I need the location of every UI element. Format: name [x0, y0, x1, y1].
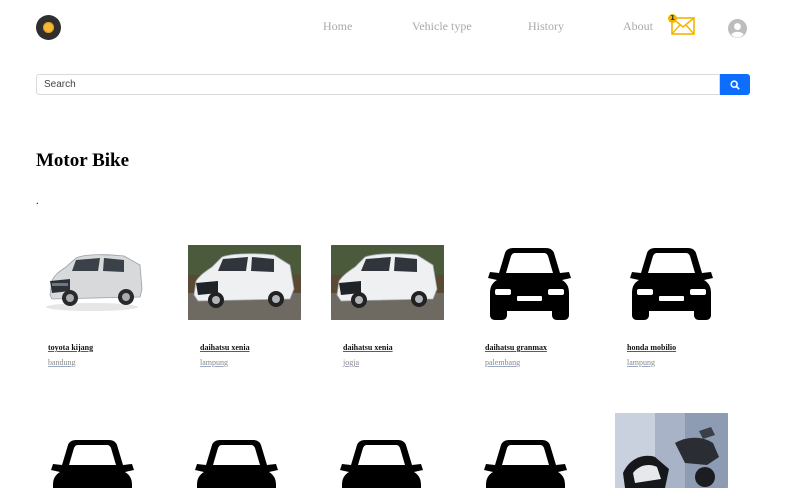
car-silhouette-icon [325, 413, 438, 488]
nav-link-history[interactable]: History [528, 19, 564, 34]
car-photo-white-mpv [331, 245, 444, 320]
card-name[interactable]: honda mobilio [627, 343, 676, 352]
card-city[interactable]: palembang [485, 358, 520, 367]
nav-link-home[interactable]: Home [323, 19, 352, 34]
motorbike-photo [615, 413, 728, 488]
vehicle-card[interactable] [325, 413, 438, 488]
car-silhouette-icon [469, 413, 582, 488]
card-name[interactable]: toyota kijang [48, 343, 93, 352]
nav-link-about[interactable]: About [623, 19, 653, 34]
vehicle-card[interactable] [469, 413, 582, 488]
card-city[interactable]: lampung [200, 358, 228, 367]
card-city[interactable]: lampung [627, 358, 655, 367]
vehicle-card[interactable] [615, 413, 728, 488]
card-name[interactable]: daihatsu granmax [485, 343, 547, 352]
vehicle-card[interactable]: daihatsu xenia jogja [331, 245, 444, 367]
card-city[interactable]: jogja [343, 358, 359, 367]
vehicle-card[interactable]: toyota kijang bandung [36, 245, 149, 367]
vehicle-card[interactable]: honda mobilio lampung [615, 245, 728, 367]
car-photo-silver-suv [36, 245, 149, 320]
navbar: Home Vehicle type History About 1 [0, 0, 787, 56]
user-avatar-icon[interactable] [728, 19, 747, 38]
vehicle-card[interactable]: daihatsu granmax palembang [473, 245, 586, 367]
vehicle-card[interactable] [180, 413, 293, 488]
vehicle-card[interactable]: daihatsu xenia lampung [188, 245, 301, 367]
car-photo-white-mpv [188, 245, 301, 320]
notification-badge: 1 [668, 14, 677, 23]
vehicle-card[interactable] [36, 413, 149, 488]
page-subtitle: . [36, 196, 39, 207]
car-silhouette-icon [180, 413, 293, 488]
car-silhouette-icon [36, 413, 149, 488]
car-silhouette-icon [615, 245, 728, 320]
logo-icon[interactable] [36, 15, 61, 40]
nav-link-vehicle-type[interactable]: Vehicle type [412, 19, 472, 34]
search-button[interactable] [720, 74, 750, 95]
logo-dot [43, 22, 54, 33]
search-icon [730, 79, 740, 90]
card-city[interactable]: bandung [48, 358, 76, 367]
card-name[interactable]: daihatsu xenia [200, 343, 250, 352]
card-name[interactable]: daihatsu xenia [343, 343, 393, 352]
search-input[interactable] [36, 74, 720, 95]
page-title: Motor Bike [36, 150, 130, 171]
car-silhouette-icon [473, 245, 586, 320]
